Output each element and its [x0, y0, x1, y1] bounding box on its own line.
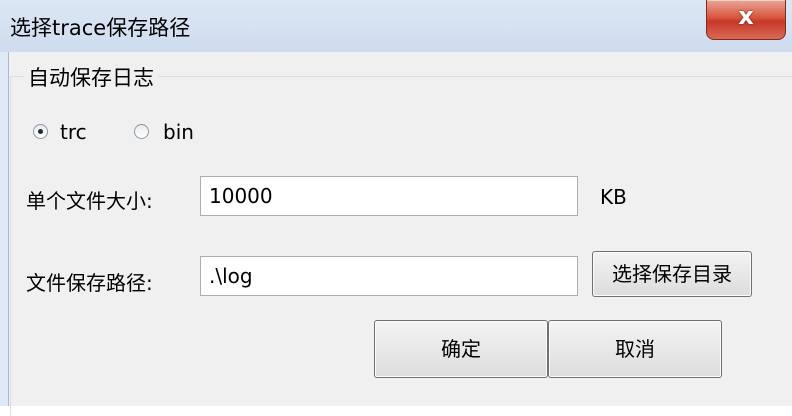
radio-bin[interactable] [134, 124, 149, 139]
file-size-label: 单个文件大小: [26, 189, 153, 213]
dialog-window: 选择trace保存路径 x 自动保存日志 trc bin 单个文件大小: 100… [0, 0, 792, 416]
save-path-label: 文件保存路径: [26, 271, 153, 295]
radio-trc-label[interactable]: trc [60, 120, 87, 144]
browse-directory-button[interactable]: 选择保存目录 [592, 251, 752, 297]
ok-button[interactable]: 确定 [374, 320, 548, 378]
group-title: 自动保存日志 [24, 62, 158, 92]
file-size-input[interactable]: 10000 [200, 176, 578, 216]
radio-bin-label[interactable]: bin [163, 120, 194, 144]
save-path-input[interactable]: .\log [200, 256, 578, 296]
title-bar[interactable]: 选择trace保存路径 x [0, 0, 792, 52]
radio-trc[interactable] [33, 124, 48, 139]
close-icon: x [738, 2, 754, 30]
window-title: 选择trace保存路径 [10, 16, 191, 40]
close-button[interactable]: x [706, 0, 786, 40]
cancel-button[interactable]: 取消 [548, 320, 722, 378]
file-size-unit: KB [600, 185, 627, 209]
